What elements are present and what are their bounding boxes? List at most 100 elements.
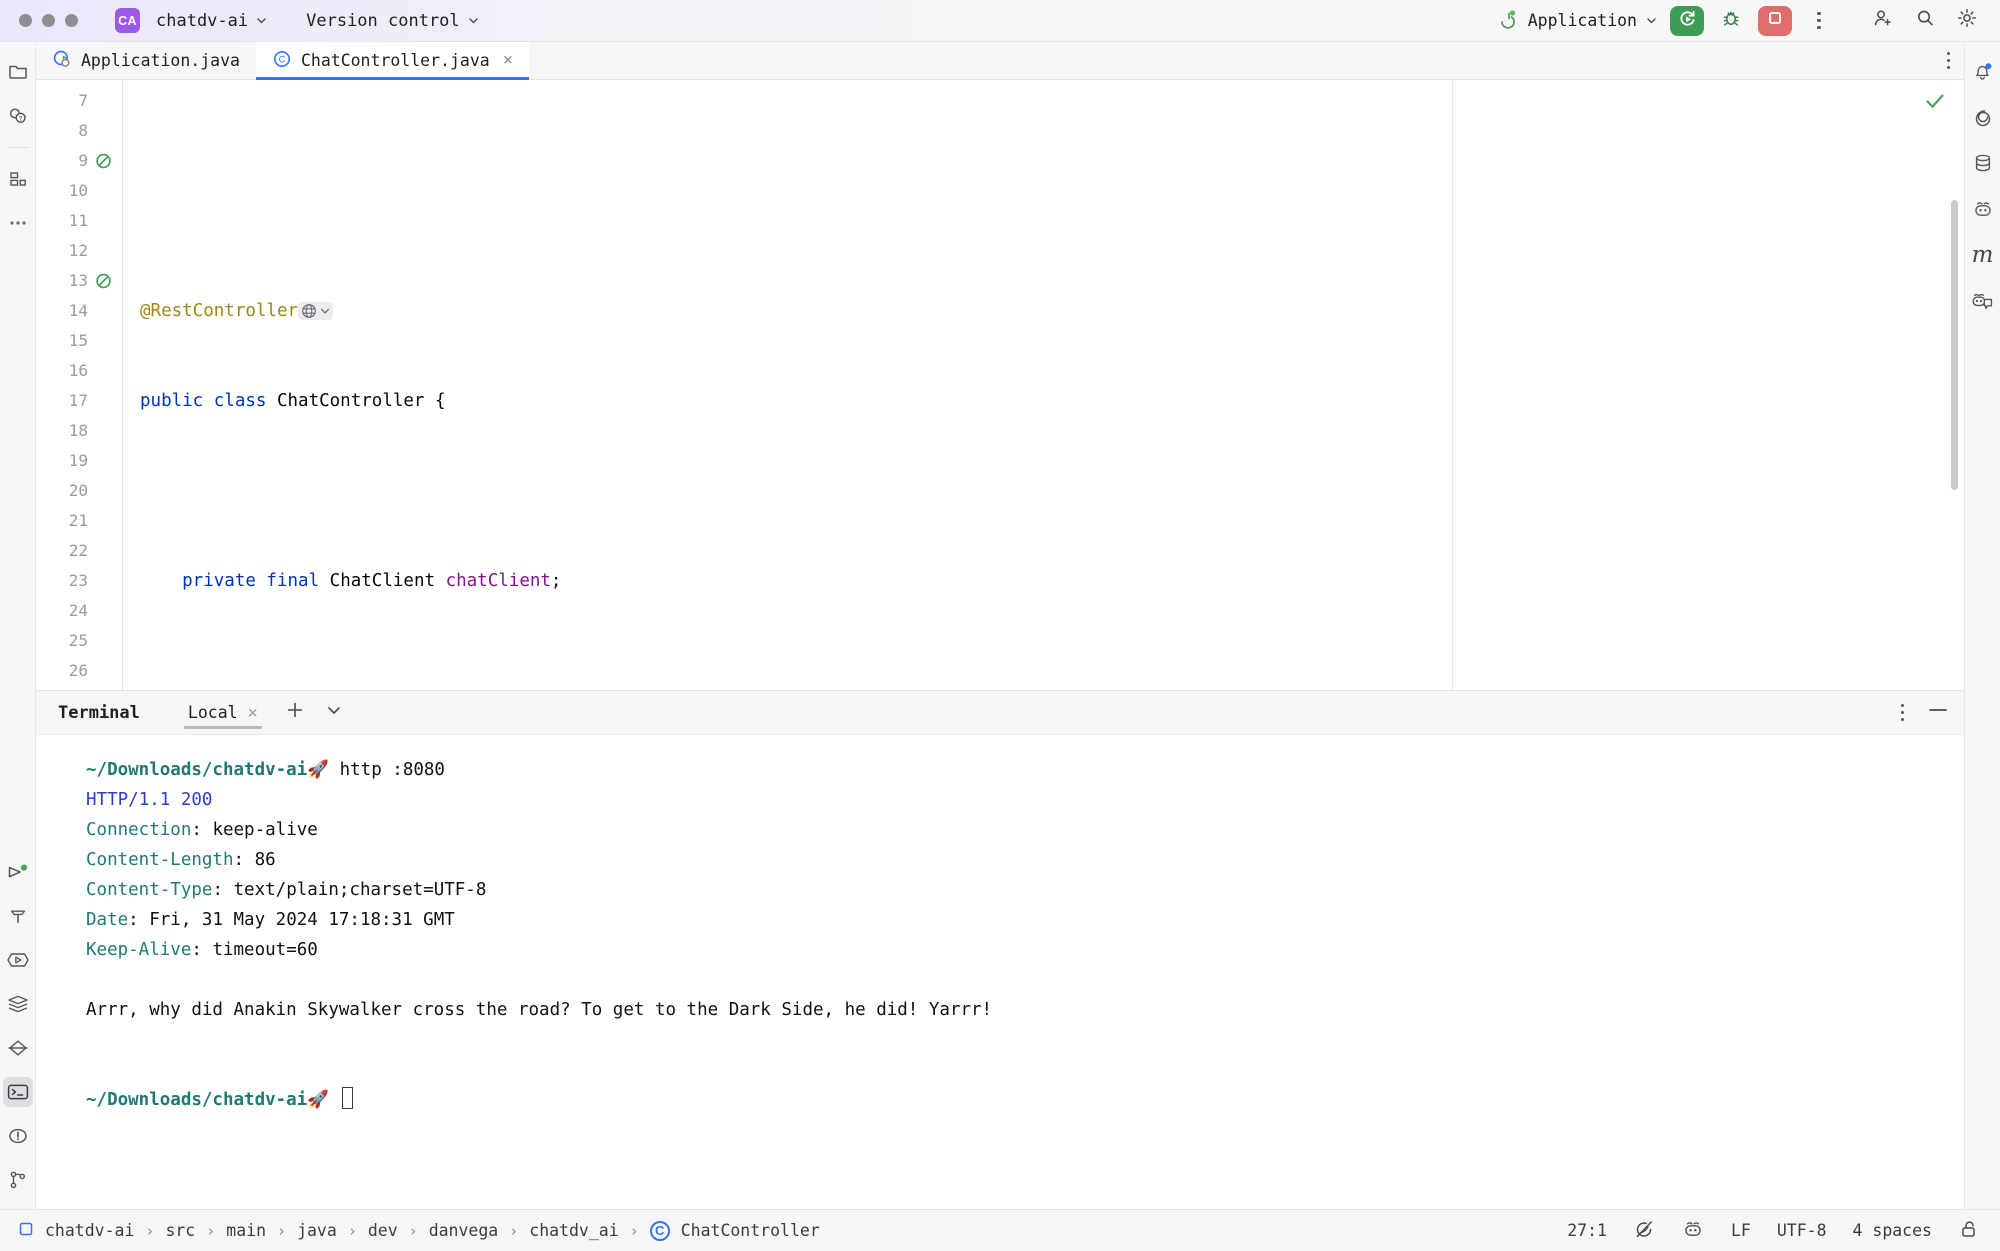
minimize-window-button[interactable] xyxy=(42,14,55,27)
terminal-title: Terminal xyxy=(58,702,140,723)
sidebar-item-spiral[interactable] xyxy=(1968,102,1998,132)
chevron-down-icon xyxy=(255,14,268,27)
semicolon: ; xyxy=(550,571,562,591)
code-content[interactable]: @RestController public class ChatControl… xyxy=(122,80,1964,690)
sidebar-item-problems[interactable] xyxy=(3,1121,33,1151)
breadcrumb-item-src[interactable]: src xyxy=(165,1221,195,1240)
run-configuration-selector[interactable]: Application xyxy=(1498,8,1658,34)
minimize-terminal-button[interactable] xyxy=(1926,699,1950,726)
terminal-header-line: Content-Type: text/plain;charset=UTF-8 xyxy=(86,880,487,900)
sidebar-item-database-layers[interactable] xyxy=(3,989,33,1019)
sidebar-item-terminal[interactable] xyxy=(2,1077,33,1107)
tab-application-java[interactable]: Application.java xyxy=(36,42,256,79)
encoding-indicator[interactable]: UTF-8 xyxy=(1777,1221,1827,1240)
sidebar-item-ai-assistant[interactable] xyxy=(1968,194,1998,224)
line-separator-indicator[interactable]: LF xyxy=(1731,1221,1751,1240)
inspections-off-icon[interactable] xyxy=(1633,1218,1655,1244)
maximize-window-button[interactable] xyxy=(65,14,78,27)
code-line[interactable]: public class ChatController { xyxy=(122,386,1964,416)
rocket-emoji-icon: 🚀 xyxy=(307,760,330,780)
breadcrumb-separator: › xyxy=(145,1221,155,1240)
code-line[interactable] xyxy=(122,206,1964,236)
close-window-button[interactable] xyxy=(19,14,32,27)
indent-indicator[interactable]: 4 spaces xyxy=(1853,1221,1932,1240)
ide-window: CA chatdv-ai Version control Application… xyxy=(0,0,2000,1251)
terminal-output[interactable]: ~/Downloads/chatdv-ai🚀 http :8080 HTTP/1… xyxy=(36,735,1964,1209)
breadcrumb-item-dev[interactable]: dev xyxy=(368,1221,398,1240)
sidebar-item-more-tool-windows[interactable] xyxy=(3,208,33,238)
breadcrumb-item-java[interactable]: java xyxy=(297,1221,337,1240)
add-user-icon xyxy=(1872,7,1894,34)
code-editor[interactable]: 7 8 9 10 11 12 13 14 15 16 17 18 19 20 2… xyxy=(36,80,1964,690)
terminal-options-icon[interactable] xyxy=(1900,703,1904,722)
breadcrumb-item-main[interactable]: main xyxy=(226,1221,266,1240)
spring-bean-gutter-icon[interactable] xyxy=(88,272,118,291)
editor-gutter[interactable]: 7 8 9 10 11 12 13 14 15 16 17 18 19 20 2… xyxy=(36,80,122,690)
breadcrumb-separator: › xyxy=(629,1221,639,1240)
sidebar-item-build[interactable] xyxy=(3,901,33,931)
inspection-status-icon[interactable] xyxy=(1924,90,1946,117)
new-terminal-tab-button[interactable] xyxy=(284,699,306,726)
tab-chatcontroller-java[interactable]: C ChatController.java × xyxy=(255,42,529,80)
line-number: 23 xyxy=(68,571,88,590)
window-controls[interactable] xyxy=(0,14,78,27)
sidebar-item-database[interactable] xyxy=(1968,148,1998,178)
editor-tab-options-icon[interactable] xyxy=(1946,51,1950,70)
title-bar: CA chatdv-ai Version control Application xyxy=(0,0,2000,42)
breadcrumb-item-danvega[interactable]: danvega xyxy=(429,1221,499,1240)
sidebar-item-version-control[interactable] xyxy=(3,1165,33,1195)
code-line[interactable]: @RestController xyxy=(122,296,1964,326)
terminal-tabs-dropdown-button[interactable] xyxy=(324,700,344,725)
tab-label: Application.java xyxy=(81,51,240,70)
version-control-menu[interactable]: Version control xyxy=(300,7,486,35)
terminal-prompt-line-active[interactable]: ~/Downloads/chatdv-ai🚀 xyxy=(86,1085,1964,1115)
debug-button[interactable] xyxy=(1716,6,1746,36)
breadcrumb[interactable]: chatdv-ai › src › main › java › dev › da… xyxy=(18,1220,820,1241)
code-line[interactable] xyxy=(122,476,1964,506)
breadcrumb-item-chatcontroller[interactable]: ChatController xyxy=(681,1221,820,1240)
sidebar-item-services[interactable] xyxy=(3,945,33,975)
stop-button[interactable] xyxy=(1758,5,1792,36)
header-value: Fri, 31 May 2024 17:18:31 GMT xyxy=(149,910,455,930)
header-key: Content-Length xyxy=(86,850,234,870)
unlocked-icon[interactable] xyxy=(1958,1218,1980,1244)
spring-bean-gutter-icon[interactable] xyxy=(88,152,118,171)
sidebar-item-structure[interactable] xyxy=(3,164,33,194)
more-actions-button[interactable] xyxy=(1804,6,1834,36)
line-number: 26 xyxy=(68,661,88,680)
class-c-icon: C xyxy=(649,1220,670,1241)
code-line[interactable] xyxy=(122,656,1964,686)
project-selector[interactable]: chatdv-ai xyxy=(150,7,274,35)
settings-button[interactable] xyxy=(1952,6,1982,36)
sidebar-item-commit[interactable]: ? xyxy=(3,100,33,130)
sidebar-item-run[interactable] xyxy=(3,857,33,887)
sidebar-item-project[interactable] xyxy=(3,56,33,86)
breadcrumb-item-chatdv-ai-pkg[interactable]: chatdv_ai xyxy=(529,1221,618,1240)
line-number: 16 xyxy=(68,361,88,380)
close-tab-button[interactable]: × xyxy=(503,52,513,69)
sidebar-item-ai-chat[interactable] xyxy=(1968,286,1998,316)
run-button[interactable] xyxy=(1670,5,1704,36)
terminal-tab-local[interactable]: Local × xyxy=(183,691,262,735)
ai-assistant-icon[interactable] xyxy=(1681,1218,1705,1244)
breadcrumb-separator: › xyxy=(206,1221,216,1240)
line-number: 8 xyxy=(78,121,88,140)
kw-public-class: public class xyxy=(140,391,277,411)
debug-icon xyxy=(1720,7,1742,34)
line-number: 21 xyxy=(68,511,88,530)
share-project-button[interactable] xyxy=(1868,6,1898,36)
annotation-restcontroller: @RestController xyxy=(140,301,299,321)
sidebar-item-notifications[interactable] xyxy=(1968,56,1998,86)
code-line[interactable]: private final ChatClient chatClient; xyxy=(122,566,1964,596)
breadcrumb-item-chatdv-ai[interactable]: chatdv-ai xyxy=(45,1221,134,1240)
close-terminal-tab-button[interactable]: × xyxy=(248,703,258,723)
search-everywhere-button[interactable] xyxy=(1910,6,1940,36)
terminal-header-line: Keep-Alive: timeout=60 xyxy=(86,940,318,960)
sidebar-item-spring[interactable] xyxy=(3,1033,33,1063)
web-endpoint-globe-icon[interactable] xyxy=(298,302,334,320)
sidebar-item-maven[interactable]: m xyxy=(1968,240,1998,270)
editor-scrollbar-thumb[interactable] xyxy=(1951,200,1958,490)
caret-position[interactable]: 27:1 xyxy=(1567,1221,1607,1240)
